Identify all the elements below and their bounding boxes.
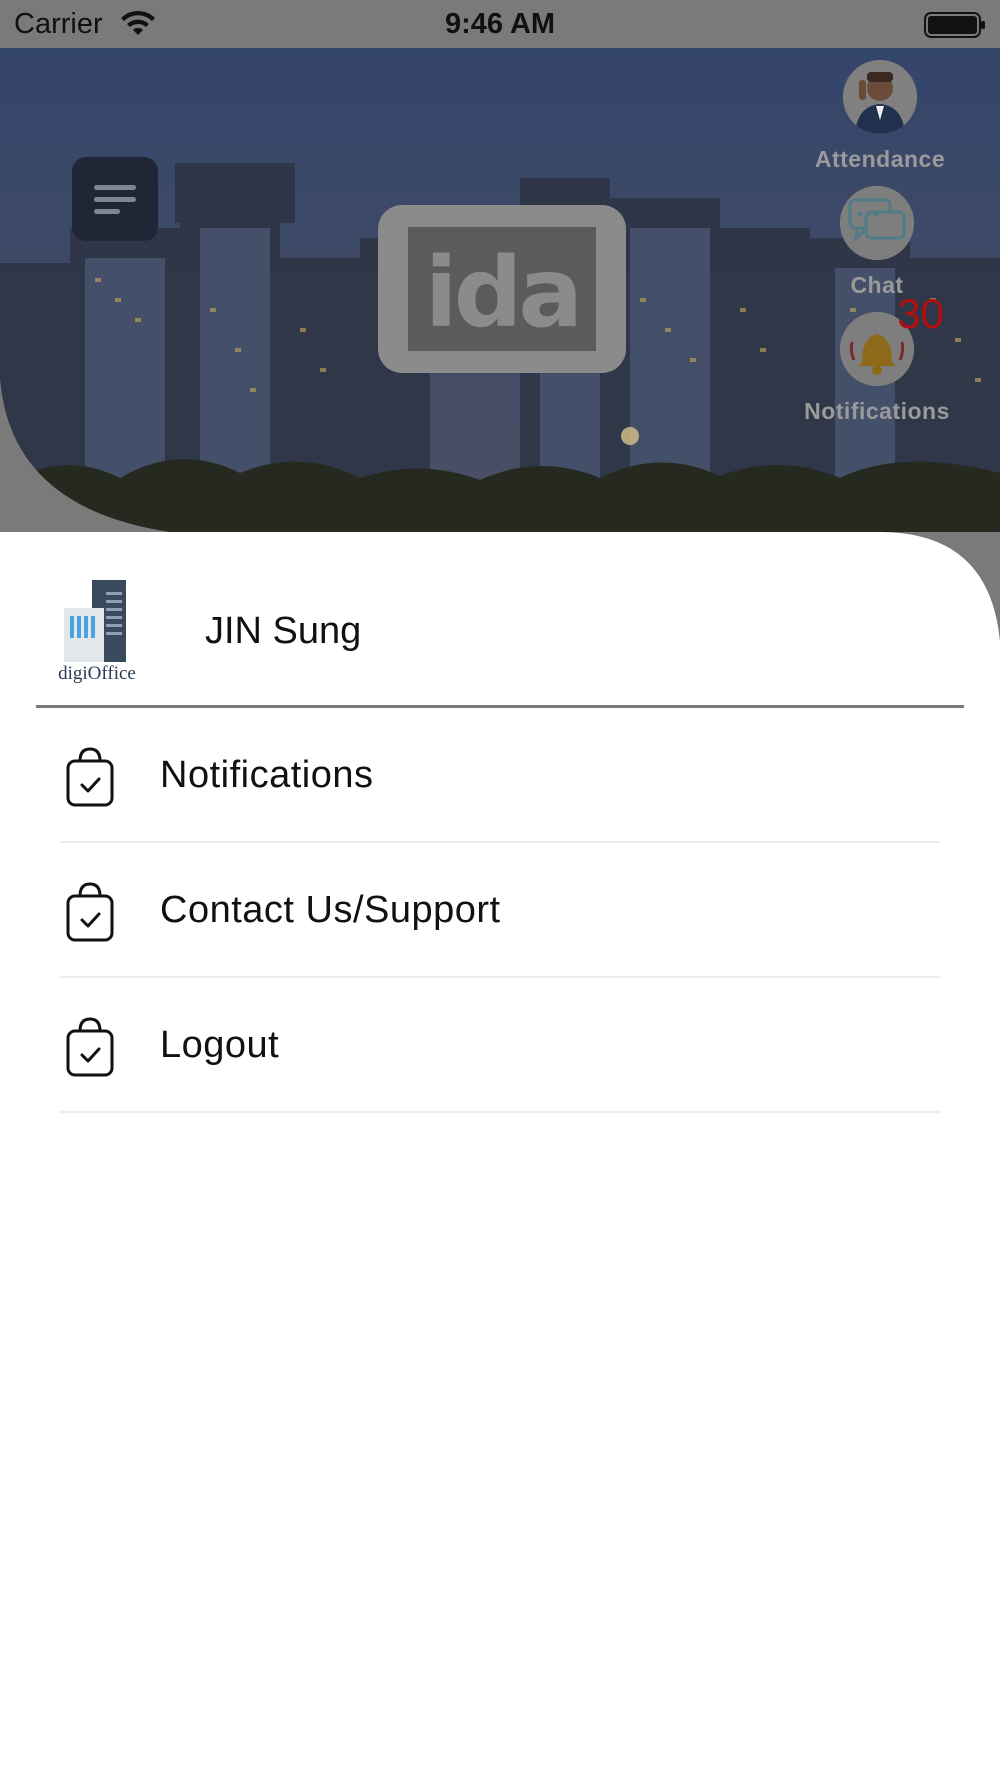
menu-item-notifications[interactable]: Notifications — [0, 708, 1000, 843]
notifications-quick-label: Notifications — [804, 398, 950, 424]
app-screen: Carrier 9:46 AM ida Attendance Chat 30 N… — [0, 0, 1000, 1778]
menu-divider — [60, 1111, 940, 1113]
attendance-button[interactable]: Attendance — [795, 60, 965, 173]
company-logo-text: digiOffice — [58, 663, 136, 684]
drawer-corner-curve — [880, 532, 1000, 642]
menu-item-contact-support[interactable]: Contact Us/Support — [0, 843, 1000, 978]
menu-item-label: Contact Us/Support — [160, 889, 501, 931]
chat-bubbles-icon — [840, 186, 914, 260]
side-drawer: digiOffice JIN Sung Notifications Contac… — [0, 532, 1000, 1778]
hamburger-menu-button[interactable] — [72, 157, 158, 241]
shopping-bag-check-icon — [66, 1017, 114, 1077]
menu-item-logout[interactable]: Logout — [0, 978, 1000, 1113]
menu-item-label: Logout — [160, 1024, 280, 1066]
notifications-quick-button[interactable]: 30 Notifications — [792, 290, 962, 425]
drawer-menu: Notifications Contact Us/Support Logout — [0, 708, 1000, 1113]
user-name: JIN Sung — [205, 610, 362, 652]
shopping-bag-check-icon — [66, 747, 114, 807]
menu-item-label: Notifications — [160, 754, 374, 796]
clock-label: 9:46 AM — [444, 8, 556, 40]
chat-button[interactable]: Chat — [792, 186, 962, 299]
status-bar: Carrier 9:46 AM — [0, 0, 1000, 48]
shopping-bag-check-icon — [66, 882, 114, 942]
battery-icon — [924, 12, 985, 38]
profile-header: digiOffice JIN Sung — [0, 532, 1000, 708]
attendance-avatar-icon — [843, 60, 917, 134]
ida-logo-text: ida — [424, 237, 583, 349]
ida-logo: ida — [378, 205, 626, 373]
notification-count-badge: 30 — [897, 290, 944, 337]
attendance-label: Attendance — [814, 146, 946, 172]
